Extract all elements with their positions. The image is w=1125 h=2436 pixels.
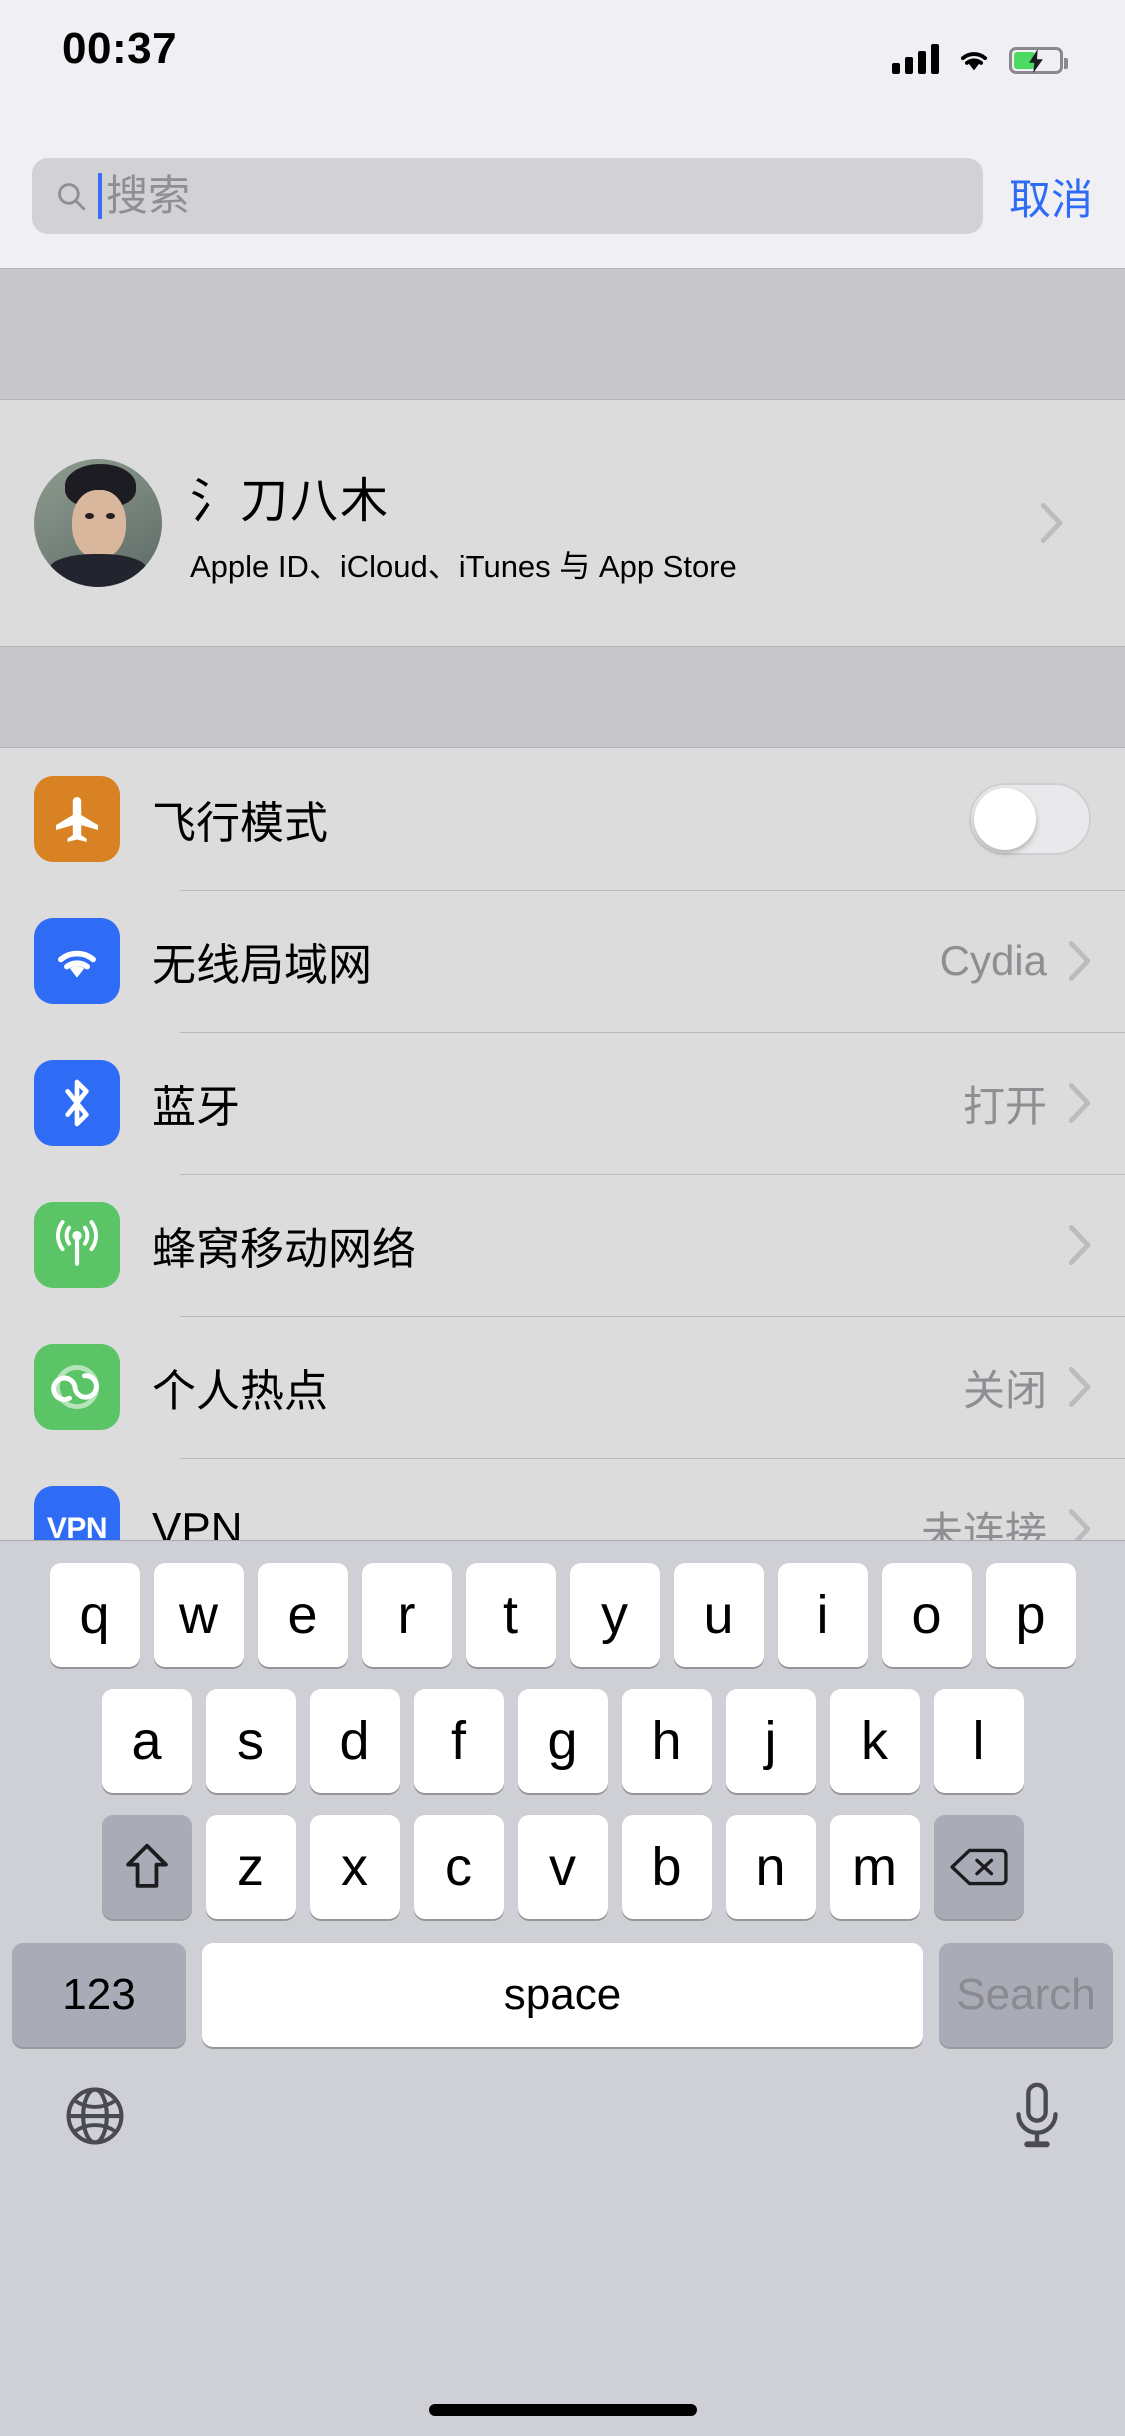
battery-charging-icon xyxy=(1009,47,1068,74)
row-value: 打开 xyxy=(962,1082,1047,1130)
row-label: 个人热点 xyxy=(152,1367,328,1416)
key-y[interactable]: y xyxy=(569,1563,660,1667)
cellular-bars-icon xyxy=(892,44,939,74)
search-input[interactable]: 搜索 xyxy=(32,158,983,234)
key-a[interactable]: a xyxy=(101,1689,192,1793)
wifi-icon xyxy=(34,918,120,1004)
key-z[interactable]: z xyxy=(205,1815,296,1919)
key-s[interactable]: s xyxy=(205,1689,296,1793)
key-p[interactable]: p xyxy=(985,1563,1076,1667)
apple-id-section: 氵刀八木 Apple ID、iCloud、iTunes 与 App Store xyxy=(0,400,1125,646)
key-v[interactable]: v xyxy=(517,1815,608,1919)
text-cursor xyxy=(98,173,102,219)
section-spacer-middle xyxy=(0,646,1125,748)
key-u[interactable]: u xyxy=(673,1563,764,1667)
key-o[interactable]: o xyxy=(881,1563,972,1667)
cellular-icon xyxy=(34,1202,120,1288)
shift-key[interactable] xyxy=(101,1815,192,1919)
status-bar-clock: 00:37 xyxy=(62,24,178,73)
key-w[interactable]: w xyxy=(153,1563,244,1667)
key-f[interactable]: f xyxy=(413,1689,504,1793)
airplane-icon xyxy=(34,776,120,862)
globe-icon[interactable] xyxy=(62,2083,128,2149)
key-d[interactable]: d xyxy=(309,1689,400,1793)
chevron-right-icon xyxy=(1041,503,1063,543)
key-c[interactable]: c xyxy=(413,1815,504,1919)
status-bar: 00:37 xyxy=(0,0,1125,88)
key-e[interactable]: e xyxy=(257,1563,348,1667)
key-r[interactable]: r xyxy=(361,1563,452,1667)
key-i[interactable]: i xyxy=(777,1563,868,1667)
apple-id-row[interactable]: 氵刀八木 Apple ID、iCloud、iTunes 与 App Store xyxy=(0,400,1125,646)
bluetooth-icon xyxy=(34,1060,120,1146)
settings-row-cellular[interactable]: 蜂窝移动网络 xyxy=(0,1174,1125,1316)
chevron-right-icon xyxy=(1069,1367,1091,1407)
keyboard-bottom-bar xyxy=(0,2047,1125,2151)
iphone-settings-screen: 00:37 搜索 取消 氵刀八木 Apple ID、iCloud、iTunes … xyxy=(0,0,1125,2436)
row-label: 无线局域网 xyxy=(152,941,372,990)
settings-row-wifi[interactable]: 无线局域网 Cydia xyxy=(0,890,1125,1032)
key-b[interactable]: b xyxy=(621,1815,712,1919)
settings-row-bluetooth[interactable]: 蓝牙 打开 xyxy=(0,1032,1125,1174)
row-value: 关闭 xyxy=(962,1366,1047,1414)
hotspot-icon xyxy=(34,1344,120,1430)
space-key[interactable]: space xyxy=(202,1943,923,2047)
connectivity-section: 飞行模式 无线局域网 Cydia 蓝牙 打开 蜂窝移动网络 个人热点 关闭 VP… xyxy=(0,748,1125,1572)
shift-icon xyxy=(125,1843,168,1888)
microphone-icon[interactable] xyxy=(1011,2081,1063,2151)
profile-subtitle: Apple ID、iCloud、iTunes 与 App Store xyxy=(190,548,737,584)
backspace-icon xyxy=(949,1848,1008,1886)
numbers-key[interactable]: 123 xyxy=(12,1943,186,2047)
keyboard-row-4: 123 space Search xyxy=(0,1919,1125,2047)
onscreen-keyboard: q w e r t y u i o p a s d f g h j k l z … xyxy=(0,1540,1125,2436)
key-h[interactable]: h xyxy=(621,1689,712,1793)
key-k[interactable]: k xyxy=(829,1689,920,1793)
key-x[interactable]: x xyxy=(309,1815,400,1919)
avatar xyxy=(34,459,162,587)
row-label: 蜂窝移动网络 xyxy=(152,1225,416,1274)
key-n[interactable]: n xyxy=(725,1815,816,1919)
keyboard-row-1: q w e r t y u i o p xyxy=(0,1541,1125,1667)
backspace-key[interactable] xyxy=(933,1815,1024,1919)
key-l[interactable]: l xyxy=(933,1689,1024,1793)
search-placeholder: 搜索 xyxy=(106,172,191,219)
key-q[interactable]: q xyxy=(49,1563,140,1667)
key-g[interactable]: g xyxy=(517,1689,608,1793)
row-value: Cydia xyxy=(939,937,1047,984)
airplane-mode-toggle[interactable] xyxy=(969,783,1091,855)
cancel-button[interactable]: 取消 xyxy=(1009,166,1093,227)
chevron-right-icon xyxy=(1069,1083,1091,1123)
search-bar-row: 搜索 取消 xyxy=(0,132,1125,260)
search-return-key[interactable]: Search xyxy=(939,1943,1113,2047)
section-spacer-top xyxy=(0,268,1125,400)
row-label: 蓝牙 xyxy=(152,1083,240,1132)
keyboard-row-3: z x c v b n m xyxy=(0,1793,1125,1919)
status-bar-indicators xyxy=(892,44,1068,74)
keyboard-row-2: a s d f g h j k l xyxy=(0,1667,1125,1793)
search-icon xyxy=(58,183,86,211)
key-j[interactable]: j xyxy=(725,1689,816,1793)
profile-name: 氵刀八木 xyxy=(190,474,391,528)
wifi-icon xyxy=(960,52,988,71)
home-indicator[interactable] xyxy=(428,2404,697,2416)
settings-row-personal-hotspot[interactable]: 个人热点 关闭 xyxy=(0,1316,1125,1458)
row-label: 飞行模式 xyxy=(152,799,328,848)
chevron-right-icon xyxy=(1069,941,1091,981)
settings-row-airplane-mode[interactable]: 飞行模式 xyxy=(0,748,1125,890)
chevron-right-icon xyxy=(1069,1225,1091,1265)
key-m[interactable]: m xyxy=(829,1815,920,1919)
key-t[interactable]: t xyxy=(465,1563,556,1667)
